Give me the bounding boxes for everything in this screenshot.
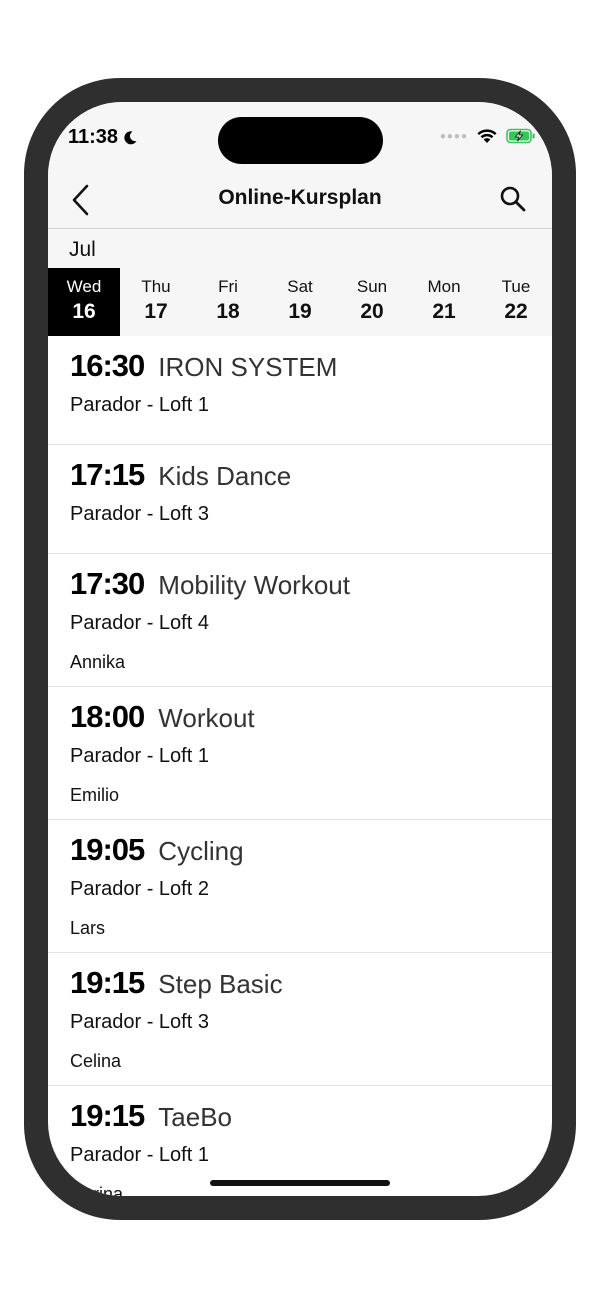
- class-trainer: Emilio: [70, 785, 120, 805]
- status-time: 11:38: [68, 126, 138, 149]
- day-name: Sun: [356, 277, 388, 296]
- day-name: Fri: [218, 277, 238, 296]
- class-trainer: Lars: [70, 918, 106, 938]
- class-time: 17:30: [70, 566, 145, 601]
- search-button[interactable]: [498, 184, 528, 214]
- day-number: 21: [432, 300, 456, 323]
- day-thu-17[interactable]: Thu 17: [120, 268, 192, 336]
- class-time: 19:15: [70, 965, 145, 1000]
- class-trainer: Celina: [70, 1051, 122, 1071]
- day-mon-21[interactable]: Mon 21: [408, 268, 480, 336]
- class-location: Parador - Loft 4: [70, 612, 209, 634]
- class-list: 16:30 IRON SYSTEM Parador - Loft 1 17:15…: [48, 336, 552, 1196]
- day-number: 16: [72, 300, 96, 323]
- class-location: Parador - Loft 1: [70, 1144, 209, 1166]
- class-time: 19:15: [70, 1098, 145, 1133]
- day-tue-22[interactable]: Tue 22: [480, 268, 552, 336]
- class-name: Mobility Workout: [158, 570, 350, 600]
- class-location: Parador - Loft 1: [70, 745, 209, 767]
- class-name: Step Basic: [158, 969, 283, 999]
- class-name: IRON SYSTEM: [158, 352, 338, 382]
- day-number: 22: [504, 300, 528, 323]
- wifi-icon: [477, 129, 497, 143]
- nav-divider: [48, 228, 552, 229]
- class-location: Parador - Loft 1: [70, 394, 209, 416]
- class-name: Cycling: [158, 836, 244, 866]
- class-item[interactable]: 19:15 Step Basic Parador - Loft 3 Celina: [48, 953, 552, 1086]
- day-selector: Wed 16 Thu 17 Fri 18 Sat 19 Sun 20 Mon 2…: [48, 268, 552, 336]
- class-location: Parador - Loft 3: [70, 503, 209, 525]
- home-indicator[interactable]: [210, 1180, 390, 1186]
- month-label: Jul: [69, 238, 96, 261]
- class-item[interactable]: 16:30 IRON SYSTEM Parador - Loft 1: [48, 336, 552, 445]
- day-number: 18: [216, 300, 240, 323]
- moon-icon: [124, 130, 137, 144]
- day-name: Thu: [141, 277, 171, 296]
- day-name: Sat: [287, 277, 313, 296]
- day-wed-16[interactable]: Wed 16: [48, 268, 120, 336]
- screen: 11:38 ●●●● Online-Kursplan Jul Wed 16 Th…: [48, 102, 552, 1196]
- day-number: 20: [360, 300, 384, 323]
- day-number: 19: [288, 300, 312, 323]
- class-name: Workout: [158, 703, 255, 733]
- class-location: Parador - Loft 3: [70, 1011, 209, 1033]
- class-item[interactable]: 17:30 Mobility Workout Parador - Loft 4 …: [48, 554, 552, 687]
- class-time: 19:05: [70, 832, 145, 867]
- day-name: Mon: [427, 277, 461, 296]
- class-time: 17:15: [70, 457, 145, 492]
- page-title: Online-Kursplan: [218, 186, 382, 209]
- battery-charging-icon: [506, 128, 535, 144]
- status-icons: ●●●●: [440, 128, 536, 144]
- day-name: Tue: [501, 277, 531, 296]
- class-name: Kids Dance: [158, 461, 292, 491]
- day-number: 17: [144, 300, 168, 323]
- class-time: 18:00: [70, 699, 145, 734]
- day-sun-20[interactable]: Sun 20: [336, 268, 408, 336]
- day-fri-18[interactable]: Fri 18: [192, 268, 264, 336]
- cellular-signal-icon: ●●●●: [439, 130, 468, 142]
- class-time: 16:30: [70, 348, 145, 383]
- class-trainer: Annika: [70, 652, 126, 672]
- day-name: Wed: [66, 277, 102, 296]
- class-trainer: Carina: [70, 1184, 124, 1196]
- class-item[interactable]: 18:00 Workout Parador - Loft 1 Emilio: [48, 687, 552, 820]
- day-sat-19[interactable]: Sat 19: [264, 268, 336, 336]
- header-area: 11:38 ●●●● Online-Kursplan Jul Wed 16 Th…: [48, 102, 552, 336]
- dynamic-island: [218, 117, 383, 164]
- search-icon: [500, 186, 526, 212]
- class-name: TaeBo: [158, 1102, 233, 1132]
- class-location: Parador - Loft 2: [70, 878, 209, 900]
- class-item[interactable]: 17:15 Kids Dance Parador - Loft 3: [48, 445, 552, 554]
- class-item[interactable]: 19:05 Cycling Parador - Loft 2 Lars: [48, 820, 552, 953]
